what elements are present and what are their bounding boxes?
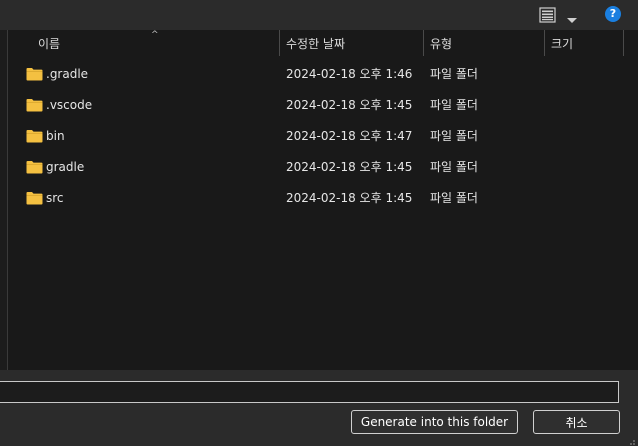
file-row[interactable]: .vscode 2024-02-18 오후 1:45 파일 폴더	[8, 89, 638, 120]
file-name: src	[46, 190, 64, 205]
list-view-icon	[539, 7, 557, 23]
column-header-label: 이름	[38, 36, 61, 51]
folder-icon	[26, 66, 43, 81]
sort-ascending-icon: ^	[151, 30, 159, 40]
file-type: 파일 폴더	[430, 160, 478, 174]
resize-grip-icon[interactable]	[626, 434, 636, 445]
file-type: 파일 폴더	[430, 129, 478, 143]
chevron-down-icon	[566, 10, 578, 23]
file-type: 파일 폴더	[430, 191, 478, 205]
file-row[interactable]: .gradle 2024-02-18 오후 1:46 파일 폴더	[8, 58, 638, 89]
file-row[interactable]: bin 2024-02-18 오후 1:47 파일 폴더	[8, 120, 638, 151]
dialog-footer: Generate into this folder 취소	[0, 370, 638, 446]
navigation-pane-divider[interactable]	[0, 30, 8, 370]
column-header-label: 유형	[430, 36, 453, 51]
file-name: .vscode	[46, 97, 93, 112]
file-dialog: ? 이름 ^ 수정한 날짜 유형 크기 .gradle 2024-02-18 오후…	[0, 0, 638, 446]
file-modified-date: 2024-02-18 오후 1:45	[286, 191, 413, 205]
column-header-label: 수정한 날짜	[286, 36, 346, 51]
folder-icon	[26, 159, 43, 174]
file-row[interactable]: src 2024-02-18 오후 1:45 파일 폴더	[8, 182, 638, 213]
column-header-size[interactable]: 크기	[544, 30, 624, 56]
column-header-label: 크기	[551, 36, 574, 51]
file-type: 파일 폴더	[430, 98, 478, 112]
toolbar: ?	[0, 0, 638, 30]
list-header: 이름 ^ 수정한 날짜 유형 크기	[8, 30, 638, 56]
file-row[interactable]: gradle 2024-02-18 오후 1:45 파일 폴더	[8, 151, 638, 182]
file-name: gradle	[46, 159, 85, 174]
view-options-button[interactable]	[539, 4, 581, 26]
file-list: 이름 ^ 수정한 날짜 유형 크기 .gradle 2024-02-18 오후 1…	[8, 30, 638, 370]
folder-name-input[interactable]	[0, 381, 619, 403]
folder-icon	[26, 190, 43, 205]
column-header-type[interactable]: 유형	[423, 30, 544, 56]
file-type: 파일 폴더	[430, 67, 478, 81]
file-name: .gradle	[46, 66, 89, 81]
file-modified-date: 2024-02-18 오후 1:47	[286, 129, 413, 143]
column-header-modified[interactable]: 수정한 날짜	[279, 30, 423, 56]
file-modified-date: 2024-02-18 오후 1:45	[286, 98, 413, 112]
file-name: bin	[46, 128, 65, 143]
generate-into-folder-button[interactable]: Generate into this folder	[351, 410, 518, 434]
folder-icon	[26, 97, 43, 112]
folder-icon	[26, 128, 43, 143]
help-button[interactable]: ?	[605, 6, 621, 22]
file-modified-date: 2024-02-18 오후 1:46	[286, 67, 413, 81]
cancel-button[interactable]: 취소	[533, 410, 620, 434]
file-modified-date: 2024-02-18 오후 1:45	[286, 160, 413, 174]
